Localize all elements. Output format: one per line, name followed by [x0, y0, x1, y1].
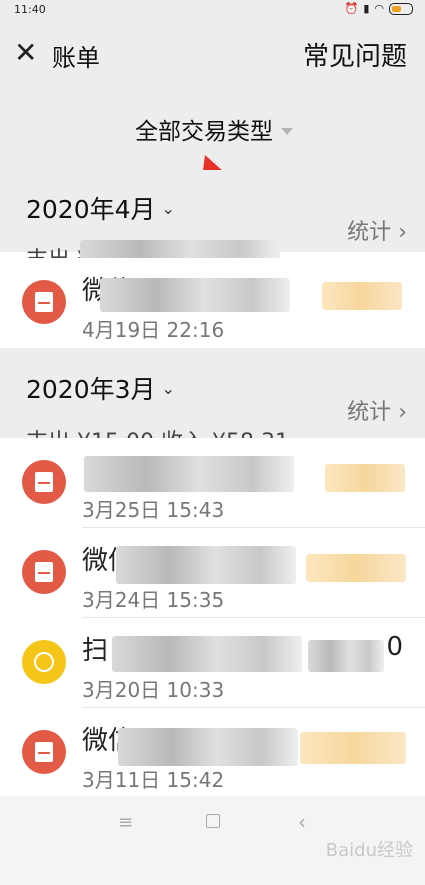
back-icon[interactable]: ‹ [298, 810, 306, 834]
filter-bar: 全部交易类型 [0, 84, 425, 170]
transaction-row[interactable]: 微信 3月24日 15:35 [0, 528, 425, 618]
status-bar: 11:40 ⏰ ▮ ◠ [0, 0, 425, 22]
redacted-amount [306, 554, 406, 582]
transaction-type-filter[interactable]: 全部交易类型 [135, 112, 293, 146]
month-title[interactable]: 2020年3月 ⌄ [26, 370, 175, 406]
redacted-name [118, 728, 298, 766]
month-header-march: 2020年3月 ⌄ 统计 › 支出 ¥15.00 收入 ¥58.31 [0, 348, 425, 455]
red-packet-icon [22, 550, 66, 594]
triangle-down-icon [281, 127, 293, 135]
faq-link[interactable]: 常见问题 [303, 36, 407, 73]
transaction-time: 3月25日 15:43 [82, 498, 225, 522]
transaction-name: 扫 [82, 636, 109, 666]
redacted-amount [308, 640, 384, 672]
redacted-amount [300, 732, 406, 764]
redacted-name [116, 546, 296, 584]
transaction-row[interactable]: 扫 0 3月20日 10:33 [0, 618, 425, 708]
redacted-name [100, 278, 290, 312]
app-header: ✕ 账单 常见问题 [0, 22, 425, 84]
stats-button[interactable]: 统计 › [347, 394, 407, 426]
signal-icon: ▮ [363, 2, 370, 15]
transaction-time: 3月20日 10:33 [82, 678, 225, 702]
transaction-time: 3月11日 15:42 [82, 768, 225, 792]
redacted-name [84, 456, 294, 492]
battery-icon [389, 2, 413, 15]
red-packet-icon [22, 460, 66, 504]
transaction-time: 3月24日 15:35 [82, 588, 225, 612]
stats-button[interactable]: 统计 › [347, 214, 407, 246]
transaction-row[interactable]: 微信 4月19日 22:16 [0, 258, 425, 348]
wifi-icon: ◠ [374, 2, 384, 15]
month-title[interactable]: 2020年4月 ⌄ [26, 190, 175, 226]
redacted-amount [325, 464, 405, 492]
chevron-right-icon: › [398, 400, 407, 425]
redacted-name [112, 636, 302, 672]
system-nav-bar: ≡ ‹ Baidu经验 [0, 796, 425, 885]
status-time: 11:40 [14, 3, 46, 16]
home-icon[interactable] [206, 814, 220, 828]
money-bag-icon [22, 640, 66, 684]
redacted-amount [322, 282, 402, 310]
chevron-down-icon: ⌄ [161, 378, 175, 398]
page-title: 账单 [52, 44, 100, 72]
menu-icon[interactable]: ≡ [118, 812, 133, 833]
transaction-row[interactable]: 3月25日 15:43 [0, 438, 425, 528]
alarm-icon: ⏰ [344, 2, 359, 15]
chevron-down-icon: ⌄ [161, 198, 175, 218]
transaction-amount: 0 [386, 632, 403, 662]
chevron-right-icon: › [398, 220, 407, 245]
watermark: Baidu经验 [325, 840, 413, 861]
status-icons: ⏰ ▮ ◠ [345, 2, 413, 15]
red-packet-icon [22, 730, 66, 774]
filter-label: 全部交易类型 [135, 119, 273, 145]
transaction-row[interactable]: 微信 3月11日 15:42 [0, 708, 425, 798]
red-packet-icon [22, 280, 66, 324]
close-icon[interactable]: ✕ [14, 36, 37, 69]
transaction-time: 4月19日 22:16 [82, 318, 225, 342]
